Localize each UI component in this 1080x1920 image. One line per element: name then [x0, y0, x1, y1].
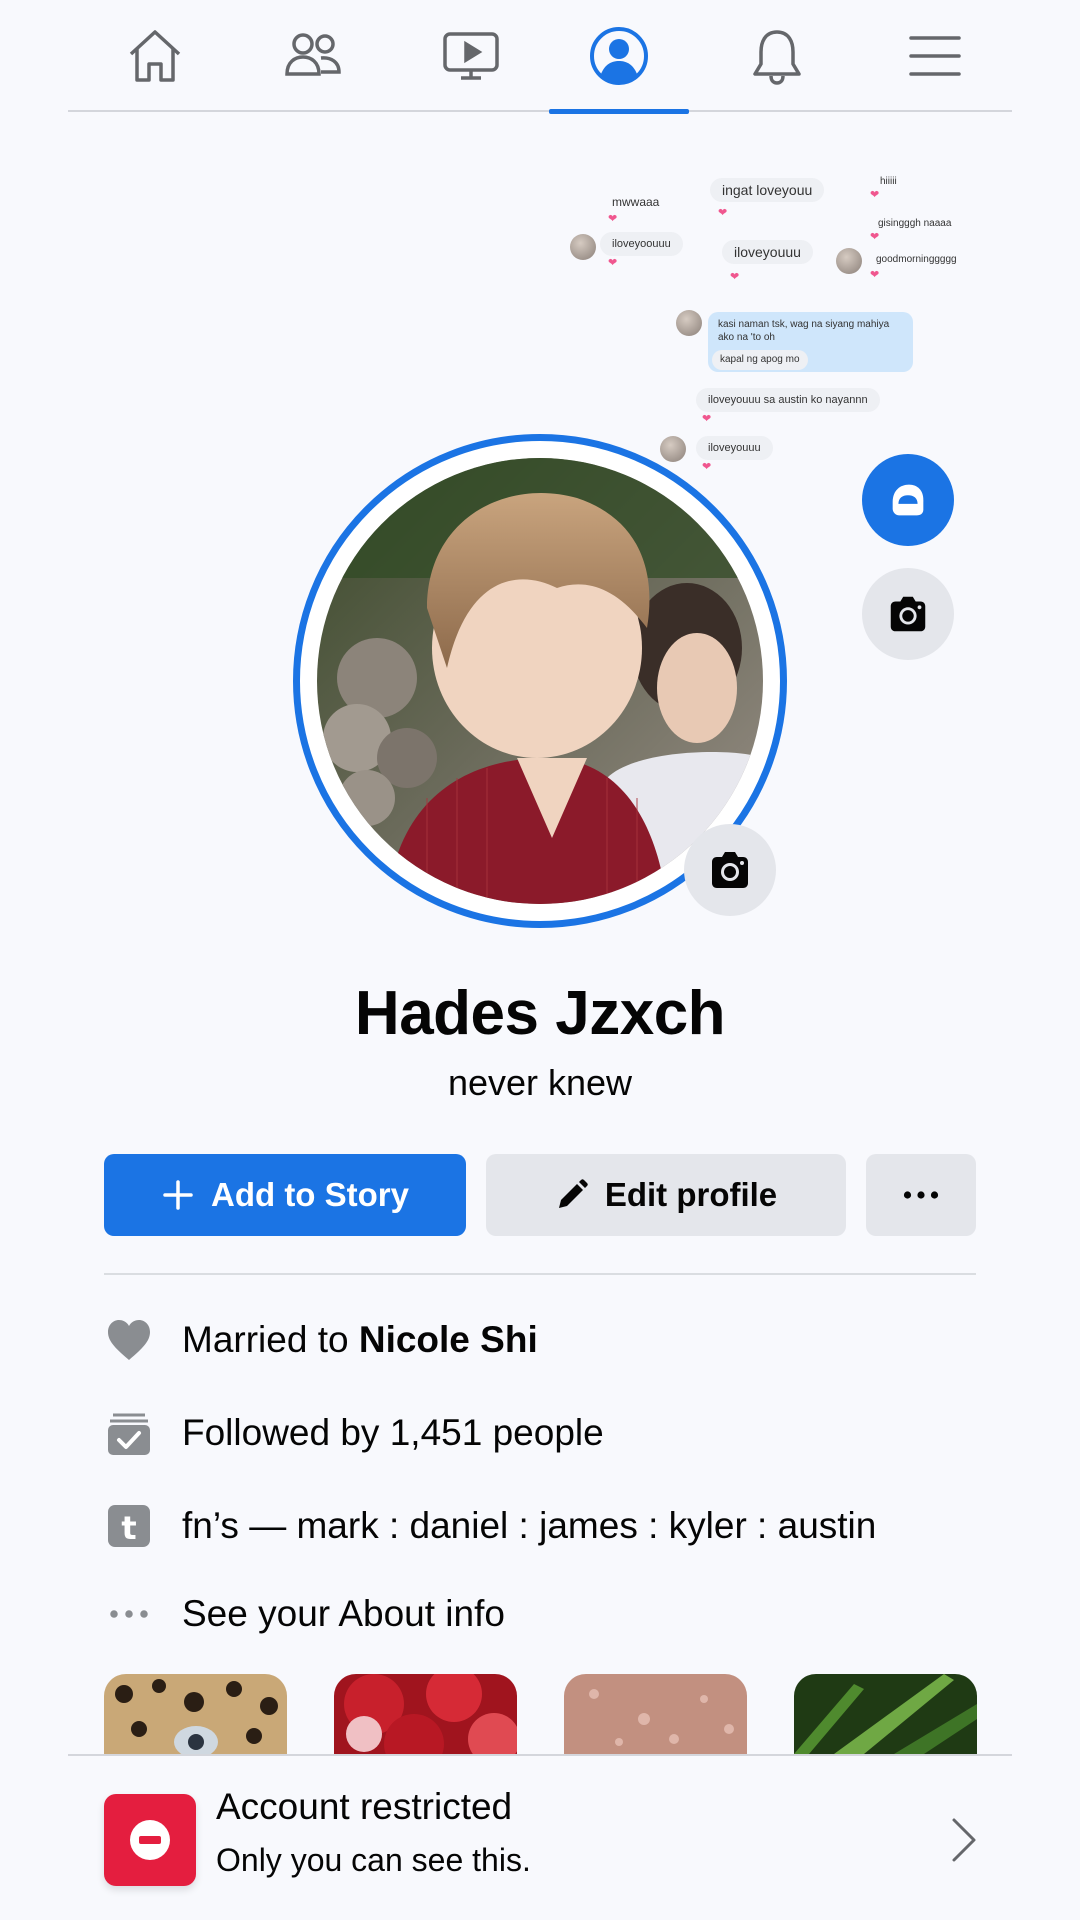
chat-avatar [660, 436, 686, 462]
edit-profile-button[interactable]: Edit profile [486, 1154, 846, 1236]
avatar-button[interactable] [862, 454, 954, 546]
chat-message: iloveyouuu sa austin ko nayannn [696, 388, 880, 412]
more-icon [903, 1191, 939, 1199]
heart-icon: ❤ [608, 213, 618, 225]
watch-icon [443, 32, 499, 80]
about-info-text: See your About info [182, 1593, 505, 1634]
profile-camera-button[interactable] [684, 824, 776, 916]
heart-icon: ❤ [702, 413, 712, 425]
menu-icon [909, 36, 961, 76]
more-options-button[interactable] [866, 1154, 976, 1236]
heart-icon: ❤ [870, 231, 880, 243]
chat-avatar [570, 234, 596, 260]
tab-friends[interactable] [243, 0, 383, 112]
tab-notifications[interactable] [707, 0, 847, 112]
camera-icon [712, 852, 748, 888]
tab-home[interactable] [85, 0, 225, 112]
chat-message: mwwaaa [612, 195, 660, 209]
camera-icon [890, 596, 926, 632]
restricted-icon [104, 1794, 196, 1886]
bell-icon [753, 30, 801, 85]
chevron-right-icon [952, 1818, 976, 1862]
edit-profile-label: Edit profile [604, 1176, 778, 1213]
tumblr-text: fn’s — mark : daniel : james : kyler : a… [182, 1505, 877, 1546]
profile-screen: mwwaaa ❤ ingat loveyouu ❤ hiiiii ❤ gisin… [0, 0, 1080, 1920]
featured-photo[interactable] [104, 1674, 287, 1754]
relationship-row[interactable]: Married to Nicole Shi [104, 1312, 1004, 1368]
chat-avatar [836, 248, 862, 274]
heart-icon: ❤ [870, 269, 880, 281]
tumblr-icon: t [104, 1501, 154, 1551]
tumblr-row[interactable]: t fn’s — mark : daniel : james : kyler :… [104, 1498, 1004, 1554]
about-info-row[interactable]: See your About info [104, 1586, 1004, 1642]
plus-icon [161, 1178, 195, 1212]
heart-icon: ❤ [718, 207, 728, 219]
followers-row[interactable]: Followed by 1,451 people [104, 1405, 1004, 1461]
partner-name[interactable]: Nicole Shi [359, 1319, 538, 1360]
tab-profile[interactable] [549, 0, 689, 114]
account-restricted-banner[interactable]: Account restricted Only you can see this… [68, 1754, 1012, 1920]
chat-message: kapal ng apog mo [712, 350, 808, 370]
heart-icon: ❤ [702, 461, 712, 473]
top-navigation [68, 0, 1012, 114]
heart-icon: ❤ [730, 271, 740, 283]
section-divider [104, 1273, 976, 1275]
cover-camera-button[interactable] [862, 568, 954, 660]
home-icon [129, 30, 181, 82]
featured-photo[interactable] [794, 1674, 977, 1754]
pencil-icon [555, 1178, 589, 1212]
add-to-story-button[interactable]: Add to Story [104, 1154, 466, 1236]
add-to-story-label: Add to Story [211, 1176, 409, 1213]
restricted-title: Account restricted [216, 1786, 513, 1827]
chat-message: ingat loveyouu [710, 178, 825, 202]
chat-message: iloveyouuu [696, 436, 773, 460]
chat-message: gisingggh naaaa [878, 218, 952, 229]
followers-icon [104, 1408, 154, 1458]
featured-photo[interactable] [334, 1674, 517, 1754]
tab-menu[interactable] [865, 0, 1005, 112]
followers-text: Followed by 1,451 people [182, 1412, 604, 1453]
restricted-subtitle: Only you can see this. [216, 1842, 531, 1878]
relationship-prefix: Married to [182, 1319, 359, 1360]
heart-icon: ❤ [870, 189, 880, 201]
chat-message: iloveyoouuu [600, 232, 683, 256]
tab-watch[interactable] [401, 0, 541, 112]
profile-name: Hades Jzxch [354, 979, 726, 1048]
heart-icon: ❤ [608, 257, 618, 269]
profile-bio: never knew [447, 1062, 633, 1103]
featured-photo[interactable] [564, 1674, 747, 1754]
more-icon [104, 1589, 154, 1639]
heart-icon [104, 1315, 154, 1365]
chat-message: iloveyouuu [722, 240, 813, 264]
avatar-icon [892, 484, 924, 516]
profile-icon [590, 27, 648, 85]
chat-message: goodmorninggggg [876, 254, 957, 265]
friends-icon [285, 33, 341, 76]
chat-avatar [676, 310, 702, 336]
svg-text:t: t [121, 1509, 136, 1547]
